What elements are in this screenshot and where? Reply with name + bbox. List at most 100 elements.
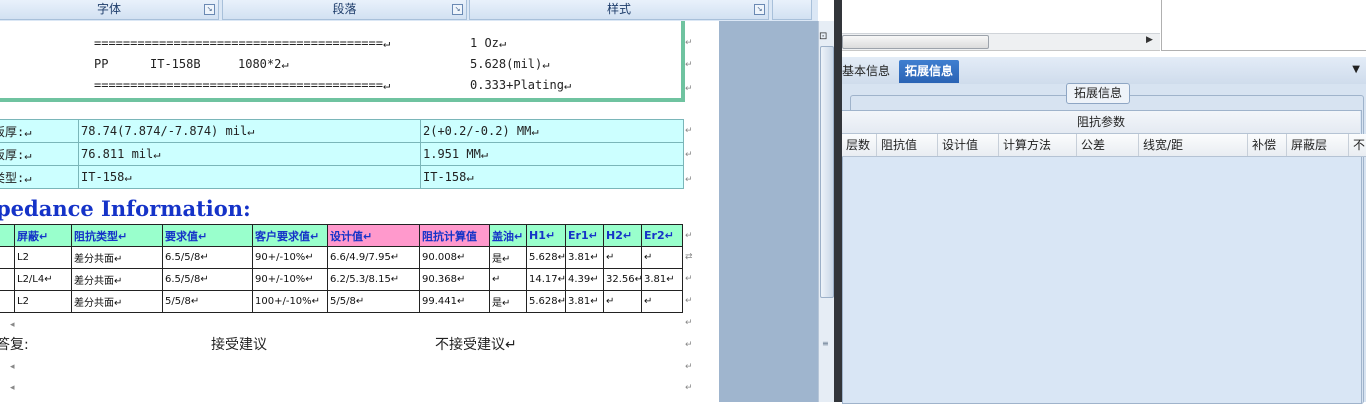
column-header[interactable]: 层数 bbox=[842, 134, 877, 156]
header-cell: 盖油↵ bbox=[489, 224, 527, 247]
cell[interactable]: 100+/-10%↵ bbox=[252, 290, 328, 313]
cell[interactable]: L2 bbox=[14, 290, 72, 313]
header-cell: 设计值↵ bbox=[327, 224, 420, 247]
cell[interactable]: 5.628↵ bbox=[526, 290, 566, 313]
reject-suggestion[interactable]: 不接受建议↵ bbox=[435, 334, 517, 354]
stackup-copper: 1 Oz↵ bbox=[470, 36, 507, 50]
column-header[interactable]: 不 bbox=[1349, 134, 1366, 156]
cell[interactable]: ↵ bbox=[641, 290, 683, 313]
cell[interactable]: L2/L4↵ bbox=[14, 268, 72, 291]
header-cell: H2↵ bbox=[603, 224, 642, 247]
cell[interactable]: ↵ bbox=[603, 246, 642, 269]
cell[interactable]: 6.6/4.9/7.95↵ bbox=[327, 246, 420, 269]
paragraph-mark-icon: ↵ bbox=[685, 150, 693, 160]
cell[interactable]: 是↵ bbox=[489, 246, 527, 269]
header-cell: Er1↵ bbox=[565, 224, 604, 247]
header-cell: H1↵ bbox=[526, 224, 566, 247]
header-cell: 客户要求值↵ bbox=[252, 224, 328, 247]
cell[interactable]: 99.441↵ bbox=[419, 290, 490, 313]
paragraph-mark-icon: ◂ bbox=[10, 383, 15, 393]
impedance-heading: pedance Information: bbox=[0, 196, 251, 221]
cell[interactable]: 90+/-10%↵ bbox=[252, 268, 328, 291]
cell[interactable]: ↵ bbox=[641, 246, 683, 269]
cell[interactable]: L2 bbox=[14, 246, 72, 269]
type-label: 类型:↵ bbox=[0, 165, 79, 189]
cell[interactable] bbox=[0, 268, 15, 291]
cell[interactable]: 4.39↵ bbox=[565, 268, 604, 291]
thickness-mil[interactable]: 78.74(7.874/-7.874) mil↵ bbox=[78, 119, 421, 143]
stackup-prepreg: 1080*2↵ bbox=[238, 57, 289, 71]
cell[interactable]: 6.2/5.3/8.15↵ bbox=[327, 268, 420, 291]
cell[interactable]: 3.81↵ bbox=[565, 246, 604, 269]
thickness-mm[interactable]: 1.951 MM↵ bbox=[420, 142, 684, 166]
accept-suggestion[interactable]: 接受建议 bbox=[211, 334, 267, 354]
paragraph-mark-icon: ↵ bbox=[685, 274, 693, 284]
cell[interactable]: ↵ bbox=[489, 268, 527, 291]
header-cell: 要求值↵ bbox=[162, 224, 253, 247]
scroll-right-icon[interactable]: ▶ bbox=[1146, 35, 1153, 45]
ruler-toggle-icon[interactable]: ⊡ bbox=[819, 31, 827, 42]
header-cell: 屏蔽↵ bbox=[14, 224, 72, 247]
cell[interactable]: 6.5/5/8↵ bbox=[162, 246, 253, 269]
dialog-launcher-icon[interactable]: ↘ bbox=[452, 4, 463, 15]
ribbon-group-font-label: 字体 bbox=[96, 2, 121, 16]
tab-strip: 基本信息 拓展信息 bbox=[842, 57, 1366, 85]
ribbon-group-styles-label: 样式 bbox=[606, 2, 631, 16]
cell[interactable]: ↵ bbox=[603, 290, 642, 313]
stackup-layer-type: PP bbox=[94, 57, 109, 71]
column-header[interactable]: 计算方法 bbox=[999, 134, 1077, 156]
cell[interactable]: 3.81↵ bbox=[641, 268, 683, 291]
grid-header: 层数 阻抗值 设计值 计算方法 公差 线宽/距 补偿 屏蔽层 不 bbox=[842, 134, 1366, 157]
cell[interactable]: 5/5/8↵ bbox=[162, 290, 253, 313]
ribbon-group-styles[interactable]: 样式 ↘ bbox=[469, 0, 769, 20]
top-right-box[interactable] bbox=[1161, 0, 1366, 51]
cell[interactable]: 90.008↵ bbox=[419, 246, 490, 269]
chevron-down-icon[interactable]: ▼ bbox=[1352, 64, 1360, 75]
cell[interactable]: 差分共面↵ bbox=[71, 268, 163, 291]
stackup-separator: ========================================… bbox=[94, 36, 391, 50]
paragraph-mark-icon: ↵ bbox=[685, 340, 693, 350]
cell[interactable]: 90+/-10%↵ bbox=[252, 246, 328, 269]
paragraph-mark-icon: ↵ bbox=[685, 175, 693, 185]
ribbon-group-font[interactable]: 字体 ↘ bbox=[0, 0, 219, 20]
cell[interactable]: 32.56↵ bbox=[603, 268, 642, 291]
column-header[interactable]: 阻抗值 bbox=[877, 134, 938, 156]
tab-extended-info[interactable]: 拓展信息 bbox=[899, 60, 960, 83]
ribbon-group-extra[interactable] bbox=[772, 0, 812, 20]
table-row: 板厚:↵ 78.74(7.874/-7.874) mil↵ 2(+0.2/-0.… bbox=[0, 119, 684, 143]
cell[interactable]: 差分共面↵ bbox=[71, 290, 163, 313]
cell[interactable]: 5/5/8↵ bbox=[327, 290, 420, 313]
table-row: 类型:↵ IT-158↵ IT-158↵ bbox=[0, 165, 684, 189]
column-header[interactable]: 公差 bbox=[1077, 134, 1139, 156]
cell[interactable]: 14.17↵ bbox=[526, 268, 566, 291]
cell[interactable]: 3.81↵ bbox=[565, 290, 604, 313]
type-value[interactable]: IT-158↵ bbox=[78, 165, 421, 189]
scrollbar-thumb[interactable] bbox=[820, 46, 834, 298]
paragraph-mark-icon: ↵ bbox=[685, 38, 693, 48]
cell[interactable]: 5.628↵ bbox=[526, 246, 566, 269]
table-row: L2 差分共面↵ 6.5/5/8↵ 90+/-10%↵ 6.6/4.9/7.95… bbox=[0, 246, 683, 269]
column-header[interactable]: 补偿 bbox=[1248, 134, 1287, 156]
impedance-table: 屏蔽↵ 阻抗类型↵ 要求值↵ 客户要求值↵ 设计值↵ 阻抗计算值 盖油↵ H1↵… bbox=[0, 224, 683, 313]
column-header[interactable]: 线宽/距 bbox=[1139, 134, 1248, 156]
scrollbar-thumb[interactable] bbox=[842, 35, 989, 49]
reply-label: 答复: bbox=[0, 337, 29, 353]
type-value[interactable]: IT-158↵ bbox=[420, 165, 684, 189]
stackup-thickness: 5.628(mil)↵ bbox=[470, 57, 550, 71]
column-header[interactable]: 设计值 bbox=[938, 134, 999, 156]
cell[interactable]: 差分共面↵ bbox=[71, 246, 163, 269]
thickness-mm[interactable]: 2(+0.2/-0.2) MM↵ bbox=[420, 119, 684, 143]
header-cell: 阻抗计算值 bbox=[419, 224, 490, 247]
cell[interactable]: 6.5/5/8↵ bbox=[162, 268, 253, 291]
paragraph-mark-icon: ↵ bbox=[685, 296, 693, 306]
thickness-mil[interactable]: 76.811 mil↵ bbox=[78, 142, 421, 166]
ribbon-group-paragraph[interactable]: 段落 ↘ bbox=[222, 0, 467, 20]
cell[interactable]: 90.368↵ bbox=[419, 268, 490, 291]
cell[interactable] bbox=[0, 246, 15, 269]
cell[interactable]: 是↵ bbox=[489, 290, 527, 313]
column-header[interactable]: 屏蔽层 bbox=[1287, 134, 1349, 156]
tab-basic-info[interactable]: 基本信息 bbox=[836, 60, 896, 83]
dialog-launcher-icon[interactable]: ↘ bbox=[754, 4, 765, 15]
cell[interactable] bbox=[0, 290, 15, 313]
dialog-launcher-icon[interactable]: ↘ bbox=[204, 4, 215, 15]
